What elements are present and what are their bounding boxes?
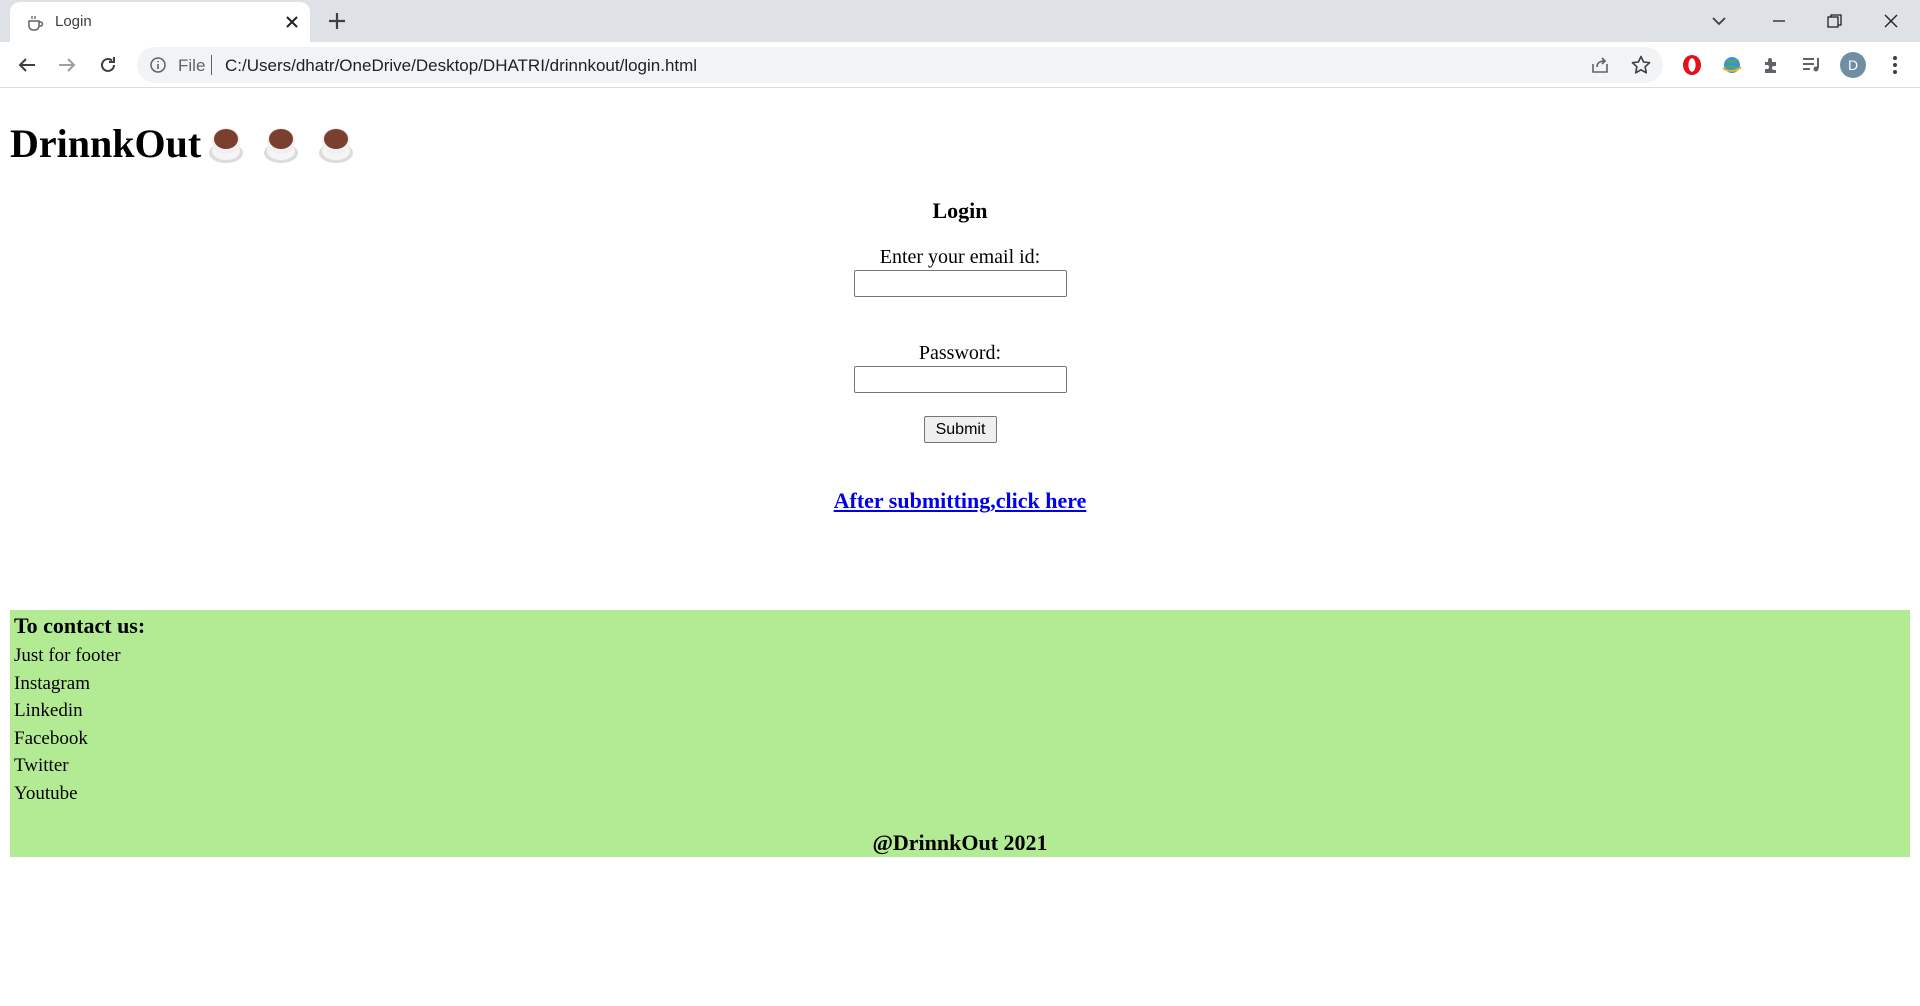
coffee-cup-icon <box>319 128 353 163</box>
globe-extension-icon[interactable] <box>1720 53 1744 77</box>
email-label: Enter your email id: <box>879 246 1041 268</box>
url-text[interactable]: C:/Users/dhatr/OneDrive/Desktop/DHATRI/d… <box>225 56 697 76</box>
footer-item-instagram[interactable]: Instagram <box>14 673 90 695</box>
media-queue-icon[interactable] <box>1800 53 1824 77</box>
footer-item-linkedin[interactable]: Linkedin <box>14 700 83 722</box>
footer-item-twitter[interactable]: Twitter <box>14 755 69 777</box>
footer-heading: To contact us: <box>14 613 146 638</box>
reload-icon[interactable] <box>95 52 121 78</box>
coffee-favicon-icon <box>28 16 44 31</box>
page-content: DrinnkOut Login Enter your email id: Pas… <box>0 89 1920 1006</box>
new-tab-icon[interactable] <box>326 10 348 32</box>
footer-item-facebook[interactable]: Facebook <box>14 728 88 750</box>
footer-item: Just for footer <box>14 645 121 666</box>
forward-arrow-icon[interactable] <box>54 52 80 78</box>
footer-item-youtube[interactable]: Youtube <box>14 783 78 805</box>
url-separator <box>211 55 212 75</box>
address-bar[interactable]: File C:/Users/dhatr/OneDrive/Desktop/DHA… <box>137 47 1663 83</box>
tab-title: Login <box>55 13 92 30</box>
more-options-icon[interactable] <box>1885 54 1905 76</box>
extensions-puzzle-icon[interactable] <box>1760 53 1784 77</box>
browser-toolbar: File C:/Users/dhatr/OneDrive/Desktop/DHA… <box>0 42 1920 88</box>
email-field[interactable] <box>854 270 1067 297</box>
url-scheme-label: File <box>178 56 206 75</box>
site-title: DrinnkOut <box>10 121 202 166</box>
chevron-down-icon[interactable] <box>1707 9 1731 33</box>
login-heading: Login <box>932 198 988 223</box>
coffee-cup-icon <box>264 128 298 163</box>
profile-avatar[interactable]: D <box>1840 52 1866 78</box>
after-submit-link-wrapper: After submitting,click here <box>0 488 1920 514</box>
footer: To contact us: Just for footer Instagram… <box>10 610 1910 857</box>
restore-icon[interactable] <box>1821 8 1847 34</box>
back-arrow-icon[interactable] <box>14 52 40 78</box>
password-field[interactable] <box>854 366 1067 393</box>
window-close-icon[interactable] <box>1877 7 1905 35</box>
submit-button[interactable]: Submit <box>924 416 997 443</box>
minimize-icon[interactable] <box>1766 8 1792 34</box>
info-icon[interactable] <box>149 56 167 74</box>
opera-extension-icon[interactable] <box>1680 53 1704 77</box>
close-icon[interactable] <box>282 12 302 32</box>
after-submit-link[interactable]: After submitting,click here <box>834 488 1087 513</box>
share-icon[interactable] <box>1590 55 1610 75</box>
coffee-cup-icon <box>209 128 243 163</box>
password-label: Password: <box>918 342 1002 364</box>
tab-strip: Login <box>0 0 1920 42</box>
tab-login[interactable]: Login <box>10 2 310 42</box>
footer-copyright: @DrinnkOut 2021 <box>872 830 1048 855</box>
bookmark-star-icon[interactable] <box>1630 54 1652 76</box>
